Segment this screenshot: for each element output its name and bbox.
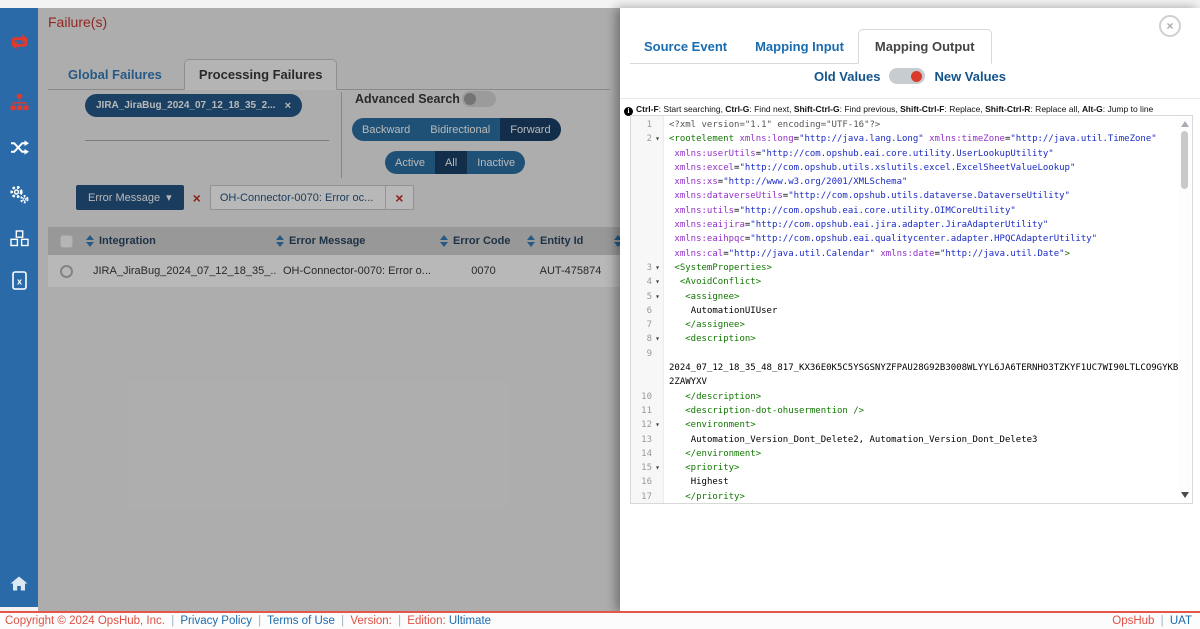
code-line: xmlns:cal="http://java.util.Calendar" xm…	[631, 247, 1179, 261]
retweet-icon[interactable]	[0, 32, 38, 52]
code-line: 8▾ <description>	[631, 332, 1179, 346]
gutter-spacer	[652, 204, 663, 218]
edition-label: Edition:	[407, 615, 445, 627]
code-line: xmlns:dataverseUtils="http://com.opshub.…	[631, 189, 1179, 203]
values-toggle[interactable]	[889, 68, 925, 84]
gutter-spacer	[652, 175, 663, 189]
scroll-up-icon[interactable]	[1181, 121, 1189, 127]
fold-toggle-icon[interactable]: ▾	[652, 332, 663, 346]
gutter-spacer	[652, 447, 663, 461]
excel-file-icon[interactable]: x	[0, 271, 38, 290]
brand-name: OpsHub	[1112, 615, 1154, 627]
tab-source-event[interactable]: Source Event	[630, 30, 741, 63]
code-line: 15▾ <priority>	[631, 461, 1179, 475]
gutter-spacer	[652, 161, 663, 175]
environment-badge: UAT	[1170, 615, 1192, 627]
gutter-spacer	[652, 318, 663, 332]
code-line: 16 Highest	[631, 475, 1179, 489]
separator: |	[168, 615, 177, 627]
separator: |	[338, 615, 347, 627]
code-line: 2024_07_12_18_35_48_817_KX36E0K5C5YSGSNY…	[631, 361, 1179, 375]
screen: x Failure(s) Global Failures Processing …	[0, 0, 1200, 629]
sidebar-nav: x	[0, 8, 38, 607]
code-line: 2ZAWYXV	[631, 375, 1179, 389]
code-line: 12▾ <environment>	[631, 418, 1179, 432]
fold-toggle-icon[interactable]: ▾	[652, 290, 663, 304]
code-line: 14 </environment>	[631, 447, 1179, 461]
failures-page: Failure(s) Global Failures Processing Fa…	[38, 8, 620, 612]
gutter-spacer	[652, 490, 663, 504]
edition-value: Ultimate	[449, 615, 491, 627]
fold-toggle-icon[interactable]: ▾	[652, 261, 663, 275]
privacy-policy-link[interactable]: Privacy Policy	[180, 615, 252, 627]
gutter-spacer	[652, 433, 663, 447]
code-line: xmlns:userUtils="http://com.opshub.eai.c…	[631, 147, 1179, 161]
panel-tab-bar: Source Event Mapping Input Mapping Outpu…	[630, 29, 992, 64]
code-line: 7 </assignee>	[631, 318, 1179, 332]
gutter-spacer	[652, 147, 663, 161]
gutter-spacer	[652, 304, 663, 318]
code-line: xmlns:xs="http://www.w3.org/2001/XMLSche…	[631, 175, 1179, 189]
gutter-spacer	[652, 361, 663, 375]
code-line: xmlns:utils="http://com.opshub.eai.core.…	[631, 204, 1179, 218]
panel-close-button[interactable]: ×	[1159, 15, 1181, 37]
code-line: 10 </description>	[631, 390, 1179, 404]
version-label: Version:	[350, 615, 392, 627]
copyright-text: Copyright © 2024 OpsHub, Inc.	[5, 615, 165, 627]
code-lines: 1<?xml version="1.1" encoding="UTF-16"?>…	[631, 118, 1179, 504]
tab-mapping-input[interactable]: Mapping Input	[741, 30, 858, 63]
code-line: 17 </priority>	[631, 490, 1179, 504]
footer: Copyright © 2024 OpsHub, Inc. | Privacy …	[0, 611, 1200, 629]
scrollbar-thumb[interactable]	[1181, 131, 1188, 189]
old-values-label[interactable]: Old Values	[814, 69, 880, 84]
gutter-spacer	[652, 347, 663, 361]
code-line: 2▾<rootelement xmlns:long="http://java.l…	[631, 132, 1179, 146]
separator: |	[395, 615, 404, 627]
xml-code-editor[interactable]: 1<?xml version="1.1" encoding="UTF-16"?>…	[630, 115, 1193, 504]
gutter-spacer	[652, 189, 663, 203]
code-line: xmlns:eaihpqc="http://com.opshub.eai.qua…	[631, 232, 1179, 246]
gutter-spacer	[652, 247, 663, 261]
code-line: 13 Automation_Version_Dont_Delete2, Auto…	[631, 433, 1179, 447]
code-line: 6 AutomationUIUser	[631, 304, 1179, 318]
editor-shortcuts-bar: iCtrl-F: Start searching, Ctrl-G: Find n…	[620, 98, 1200, 116]
fold-toggle-icon[interactable]: ▾	[652, 461, 663, 475]
terms-of-use-link[interactable]: Terms of Use	[267, 615, 335, 627]
code-line: 4▾ <AvoidConflict>	[631, 275, 1179, 289]
code-line: 3▾ <SystemProperties>	[631, 261, 1179, 275]
event-details-panel: × Source Event Mapping Input Mapping Out…	[620, 8, 1200, 612]
sitemap-icon[interactable]	[0, 94, 38, 111]
fold-toggle-icon[interactable]: ▾	[652, 132, 663, 146]
gutter-spacer	[652, 375, 663, 389]
gutter-spacer	[652, 475, 663, 489]
gears-icon[interactable]	[0, 185, 38, 204]
fold-toggle-icon[interactable]: ▾	[652, 275, 663, 289]
scroll-down-icon[interactable]	[1181, 492, 1189, 498]
separator: |	[255, 615, 264, 627]
cubes-icon[interactable]	[0, 230, 38, 247]
modal-backdrop	[38, 8, 620, 612]
gutter-spacer	[652, 232, 663, 246]
tab-mapping-output[interactable]: Mapping Output	[858, 29, 992, 64]
code-line: xmlns:eaijira="http://com.opshub.eai.jir…	[631, 218, 1179, 232]
gutter-spacer	[652, 404, 663, 418]
gutter-spacer	[652, 118, 663, 132]
fold-toggle-icon[interactable]: ▾	[652, 418, 663, 432]
code-line: 1<?xml version="1.1" encoding="UTF-16"?>	[631, 118, 1179, 132]
new-values-label[interactable]: New Values	[934, 69, 1006, 84]
gutter-spacer	[652, 218, 663, 232]
code-line: 9	[631, 347, 1179, 361]
svg-text:x: x	[16, 277, 21, 287]
values-toggle-row: Old Values New Values	[620, 68, 1200, 84]
toggle-knob	[911, 71, 922, 82]
shuffle-icon[interactable]	[0, 140, 38, 155]
separator: |	[1158, 615, 1167, 627]
editor-scrollbar[interactable]	[1179, 117, 1191, 502]
shortcut-list: Ctrl-F: Start searching, Ctrl-G: Find ne…	[636, 104, 1153, 114]
code-line: xmlns:excel="http://com.opshub.utils.xsl…	[631, 161, 1179, 175]
code-line: 11 <description-dot-ohusermention />	[631, 404, 1179, 418]
code-line: 5▾ <assignee>	[631, 290, 1179, 304]
home-icon[interactable]	[0, 574, 38, 592]
gutter-spacer	[652, 390, 663, 404]
